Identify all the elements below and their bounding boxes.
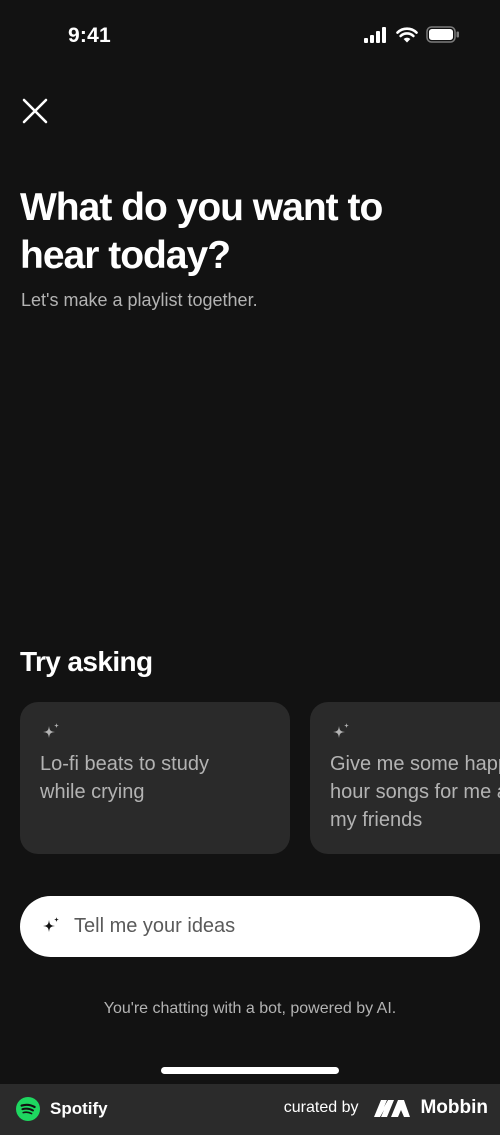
page-subtitle: Let's make a playlist together. [21, 290, 258, 310]
close-button[interactable] [16, 92, 54, 130]
sparkle-icon [333, 723, 349, 738]
suggestion-text: Give me some happy hour songs for me and… [330, 753, 500, 831]
home-indicator[interactable] [161, 1067, 339, 1074]
prompt-input-container[interactable] [20, 896, 480, 957]
cellular-signal-icon [364, 26, 388, 48]
footer-curated-label: curated by [283, 1099, 359, 1116]
try-asking-heading: Try asking [20, 646, 153, 677]
close-icon [22, 98, 48, 124]
status-bar: 9:41 [0, 0, 500, 76]
sparkle-icon [43, 916, 59, 932]
suggestion-track: Lo-fi beats to study while crying Give m… [20, 702, 500, 854]
ai-disclaimer: You're chatting with a bot, powered by A… [103, 1000, 397, 1017]
suggestion-card-lofi[interactable]: Lo-fi beats to study while crying [20, 702, 290, 854]
status-icons [364, 26, 460, 48]
status-time: 9:41 [68, 24, 111, 47]
sparkle-icon [43, 723, 59, 738]
suggestion-card-happy-hour[interactable]: Give me some happy hour songs for me and… [310, 702, 500, 854]
footer-brand: Mobbin [420, 1097, 488, 1118]
footer-bar: Spotify curated by Mobbin [0, 1084, 500, 1135]
page-title: What do you want to hear today? [20, 186, 383, 277]
spotify-logo-icon [16, 1097, 40, 1121]
wifi-icon [396, 27, 418, 48]
footer-app-name: Spotify [50, 1099, 108, 1118]
prompt-input[interactable] [72, 914, 456, 939]
footer-app: Spotify [16, 1097, 108, 1121]
battery-icon [426, 26, 460, 48]
suggestion-text: Lo-fi beats to study while crying [40, 753, 209, 803]
suggestion-carousel[interactable]: Lo-fi beats to study while crying Give m… [20, 702, 500, 856]
footer-credit: curated by Mobbin [284, 1097, 488, 1119]
mobbin-logo-icon [374, 1100, 411, 1117]
